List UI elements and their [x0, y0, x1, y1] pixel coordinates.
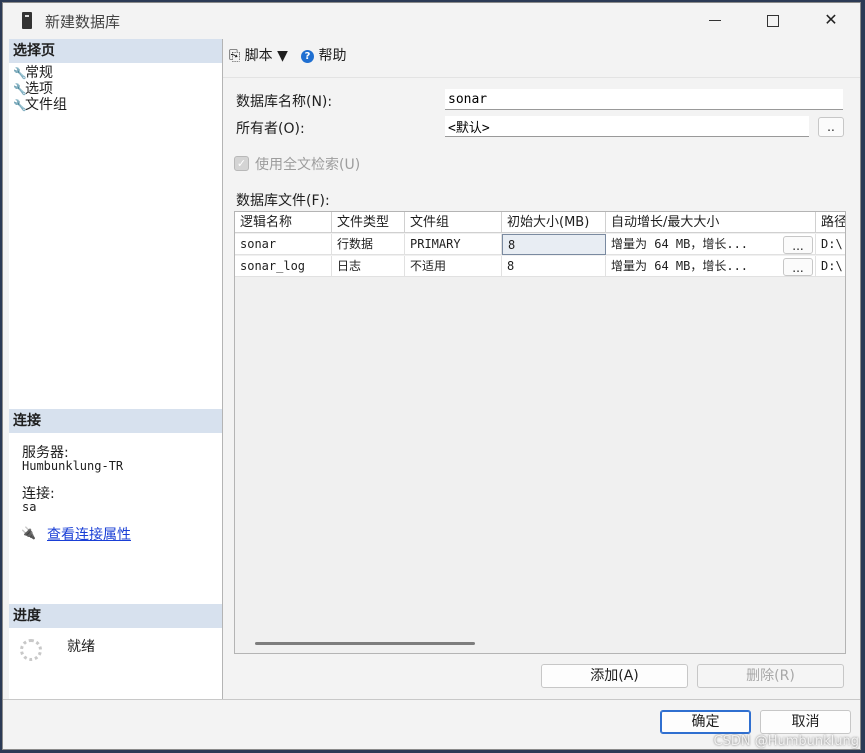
chevron-down-icon: ▼ — [277, 48, 288, 64]
connection-value: sa — [22, 500, 37, 514]
script-icon: ⎘ — [229, 48, 241, 64]
wrench-icon: 🔧 — [13, 99, 27, 112]
script-label: 脚本 — [244, 48, 273, 64]
add-button[interactable]: 添加(A) — [541, 664, 688, 688]
table-cell-filegroup[interactable]: PRIMARY — [405, 234, 502, 255]
autogrowth-browse-button[interactable]: ... — [783, 236, 813, 254]
connection-properties-icon: 🔌 — [21, 526, 36, 540]
page-item-label: 常规 — [25, 65, 53, 81]
view-connection-properties-link[interactable]: 查看连接属性 — [47, 524, 131, 544]
close-button[interactable]: ✕ — [802, 3, 860, 39]
server-value: Humbunklung-TR — [22, 459, 124, 473]
table-cell-logical-name[interactable]: sonar_log — [235, 256, 332, 277]
help-label: 帮助 — [318, 48, 347, 64]
column-header-file-type[interactable]: 文件类型 — [332, 212, 405, 233]
wrench-icon: 🔧 — [13, 67, 27, 80]
table-cell-path[interactable]: D:\ — [816, 256, 845, 277]
help-button[interactable]: ? 帮助 — [301, 45, 346, 65]
db-files-label: 数据库文件(F): — [236, 193, 330, 209]
minimize-button[interactable] — [686, 3, 744, 39]
cancel-button[interactable]: 取消 — [760, 710, 851, 734]
maximize-button[interactable] — [744, 3, 802, 39]
page-item-general[interactable]: 🔧常规 — [13, 65, 53, 82]
window-title: 新建数据库 — [45, 13, 121, 31]
page-item-label: 文件组 — [25, 97, 67, 113]
watermark: CSDN @Humbunklung — [713, 734, 859, 749]
fulltext-label: 使用全文检索(U) — [255, 157, 361, 173]
page-item-filegroups[interactable]: 🔧文件组 — [13, 97, 67, 114]
table-cell-filegroup[interactable]: 不适用 — [405, 256, 502, 277]
title-bar: 新建数据库 ✕ — [3, 3, 860, 39]
column-header-autogrowth[interactable]: 自动增长/最大大小 — [606, 212, 816, 233]
table-cell-initial-size[interactable]: 8 — [502, 256, 606, 277]
left-panel: 选择页 🔧常规 🔧选项 🔧文件组 连接 服务器: Humbunklung-TR … — [9, 39, 223, 700]
ok-button[interactable]: 确定 — [660, 710, 751, 734]
owner-input[interactable] — [445, 116, 809, 137]
table-cell-initial-size[interactable]: 8 — [502, 234, 606, 255]
footer-divider — [3, 699, 860, 700]
fulltext-checkbox: ✓ — [234, 156, 249, 171]
close-icon: ✕ — [824, 10, 838, 29]
script-button[interactable]: ⎘ 脚本 ▼ — [229, 45, 288, 65]
new-database-dialog: 新建数据库 ✕ 选择页 🔧常规 🔧选项 🔧文件组 连接 服务器: Humbunk… — [2, 2, 861, 750]
page-item-options[interactable]: 🔧选项 — [13, 81, 53, 98]
progress-status: 就绪 — [67, 639, 95, 655]
autogrowth-browse-button[interactable]: ... — [783, 258, 813, 276]
owner-label: 所有者(O): — [236, 121, 305, 137]
table-cell-path[interactable]: D:\ — [816, 234, 845, 255]
wrench-icon: 🔧 — [13, 83, 27, 96]
maximize-icon — [767, 14, 779, 27]
help-icon: ? — [301, 50, 314, 63]
table-cell-logical-name[interactable]: sonar — [235, 234, 332, 255]
progress-spinner-icon — [20, 639, 42, 661]
table-cell-file-type[interactable]: 日志 — [332, 256, 405, 277]
owner-browse-button[interactable]: .. — [818, 117, 844, 137]
app-icon — [22, 12, 32, 29]
connection-header: 连接 — [9, 409, 222, 433]
column-header-initial-size[interactable]: 初始大小(MB) — [502, 212, 606, 233]
horizontal-scrollbar[interactable] — [255, 642, 475, 645]
remove-button[interactable]: 删除(R) — [697, 664, 844, 688]
database-files-grid[interactable]: 逻辑名称 文件类型 文件组 初始大小(MB) 自动增长/最大大小 路径 sona… — [234, 211, 846, 654]
column-header-filegroup[interactable]: 文件组 — [405, 212, 502, 233]
page-item-label: 选项 — [25, 81, 53, 97]
toolbar-divider — [223, 77, 860, 78]
column-header-path[interactable]: 路径 — [816, 212, 845, 233]
db-name-label: 数据库名称(N): — [236, 94, 333, 110]
column-header-logical-name[interactable]: 逻辑名称 — [235, 212, 332, 233]
toolbar: ⎘ 脚本 ▼ ? 帮助 — [223, 39, 860, 77]
select-page-header: 选择页 — [9, 39, 222, 63]
table-cell-file-type[interactable]: 行数据 — [332, 234, 405, 255]
db-name-input[interactable] — [445, 89, 843, 110]
progress-header: 进度 — [9, 604, 222, 628]
minimize-icon — [709, 20, 721, 21]
